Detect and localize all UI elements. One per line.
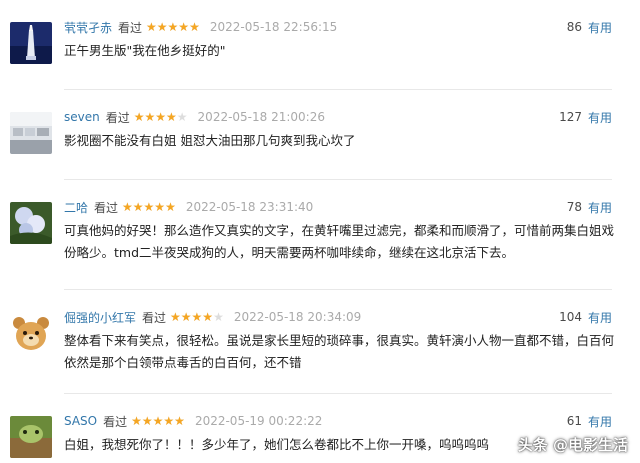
useful-button[interactable]: 有用 [588, 309, 612, 326]
vote-count: 104 [559, 310, 582, 324]
vote-area: 78 有用 [567, 196, 612, 218]
divider [64, 179, 612, 180]
divider [64, 393, 612, 394]
vote-count: 61 [566, 414, 582, 428]
review-content: 正午男生版"我在他乡挺好的" [64, 43, 226, 58]
review-content: 影视圈不能没有白姐 姐怼大油田那几句爽到我心坎了 [64, 133, 356, 148]
username-link[interactable]: SASO [64, 414, 97, 428]
review-meta: 倔强的小红军 看过 ★★★★★★★★★★ 2022-05-18 20:34:09 [64, 306, 361, 328]
review-meta: 二哈 看过 ★★★★★ ★★★★★ 2022-05-18 23:31:40 [64, 196, 313, 218]
review-meta: SASO 看过 ★★★★★ ★★★★★ 2022-05-19 00:22:22 [64, 410, 322, 432]
avatar[interactable] [10, 22, 52, 64]
avatar[interactable] [10, 416, 52, 458]
avatar[interactable] [10, 202, 52, 244]
vote-count: 127 [559, 110, 582, 124]
watched-label: 看过 [94, 200, 119, 215]
avatar[interactable] [10, 112, 52, 154]
username-link[interactable]: 茕茕孑赤 [64, 19, 112, 36]
review-time: 2022-05-18 23:31:40 [185, 200, 314, 214]
review-meta: seven 看过 ★★★★★★★★★★ 2022-05-18 21:00:26 [64, 106, 325, 128]
useful-button[interactable]: 有用 [588, 109, 612, 126]
watermark: 头条 @电影生活 [517, 436, 628, 454]
review-time: 2022-05-18 21:00:26 [197, 110, 325, 124]
username-link[interactable]: seven [64, 110, 100, 124]
vote-count: 78 [566, 200, 582, 214]
rating-stars: ★★★★★★★★★★ [131, 414, 185, 428]
watched-label: 看过 [118, 20, 143, 35]
watched-label: 看过 [105, 110, 130, 125]
review-time: 2022-05-18 22:56:15 [209, 20, 338, 34]
watched-label: 看过 [142, 310, 167, 325]
rating-stars: ★★★★★★★★★★ [122, 200, 176, 214]
review-time: 2022-05-18 20:34:09 [233, 310, 362, 324]
vote-area: 127 有用 [559, 106, 612, 128]
avatar[interactable] [10, 312, 52, 354]
review-meta: 茕茕孑赤 看过 ★★★★★ ★★★★★ 2022-05-18 22:56:15 [64, 16, 337, 38]
divider [64, 289, 612, 290]
vote-area: 61 有用 [567, 410, 612, 432]
watched-label: 看过 [103, 414, 128, 429]
vote-area: 104 有用 [559, 306, 612, 328]
username-link[interactable]: 倔强的小红军 [64, 309, 136, 326]
review-content: 整体看下来有笑点，很轻松。虽说是家长里短的琐碎事，很真实。黄轩演小人物一直都不错… [64, 333, 615, 370]
review-time: 2022-05-19 00:22:22 [194, 414, 323, 428]
rating-stars: ★★★★★★★★★★ [133, 110, 188, 124]
review-content: 可真他妈的好哭！那么造作又真实的文字，在黄轩嘴里过滤完，都柔和而顺滑了，可惜前两… [64, 223, 615, 260]
useful-button[interactable]: 有用 [588, 413, 612, 430]
vote-count: 86 [566, 20, 582, 34]
rating-stars: ★★★★★★★★★★ [170, 310, 224, 324]
useful-button[interactable]: 有用 [588, 19, 612, 36]
divider [64, 89, 612, 90]
rating-stars: ★★★★★★★★★★ [146, 20, 200, 34]
username-link[interactable]: 二哈 [64, 199, 88, 216]
useful-button[interactable]: 有用 [588, 199, 612, 216]
vote-area: 86 有用 [567, 16, 612, 38]
